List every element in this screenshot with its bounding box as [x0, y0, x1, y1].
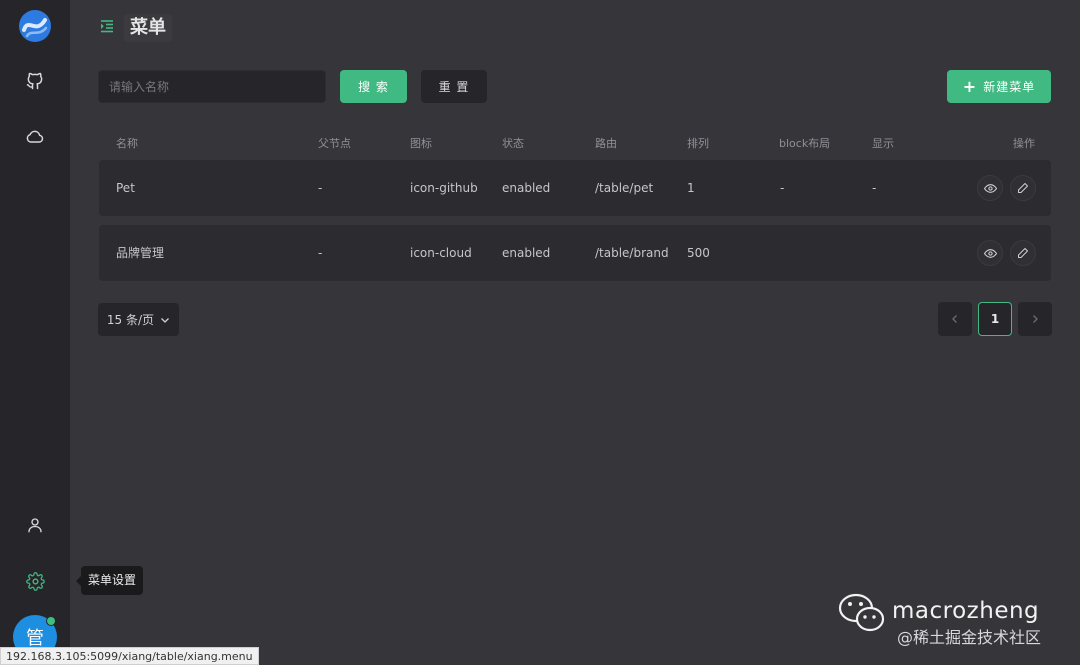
browser-status-url: 192.168.3.105:5099/xiang/table/xiang.men… [0, 647, 259, 665]
column-header-block: block布局 [779, 137, 831, 150]
search-button-label: 搜 索 [358, 80, 389, 94]
new-menu-button-label: 新建菜单 [983, 80, 1036, 94]
reset-button[interactable]: 重 置 [421, 70, 487, 103]
cell-status: enabled [502, 181, 551, 195]
watermark-subtitle: @稀土掘金技术社区 [897, 628, 1042, 647]
cell-name: Pet [116, 181, 135, 195]
column-header-show: 显示 [872, 137, 894, 150]
column-header-status: 状态 [502, 137, 524, 150]
next-page-button[interactable] [1018, 302, 1052, 336]
pencil-icon [1018, 183, 1028, 193]
search-input[interactable] [98, 70, 326, 103]
gear-icon [25, 571, 45, 591]
cell-order: 1 [687, 181, 695, 195]
search-button[interactable]: 搜 索 [340, 70, 407, 103]
cell-icon: icon-github [410, 181, 478, 195]
cell-route: /table/pet [595, 181, 654, 195]
sidebar-item-user[interactable] [15, 505, 55, 545]
prev-page-button[interactable] [938, 302, 972, 336]
cell-route: /table/brand [595, 246, 669, 260]
column-header-actions: 操作 [1013, 137, 1035, 150]
indent-icon[interactable] [99, 18, 115, 34]
edit-button[interactable] [1010, 240, 1036, 266]
table-row[interactable]: Pet - icon-github enabled /table/pet 1 -… [99, 160, 1051, 216]
sidebar-item-github[interactable] [15, 61, 55, 101]
sidebar-item-cloud[interactable] [15, 117, 55, 157]
cell-order: 500 [687, 246, 710, 260]
cloud-icon [26, 130, 44, 143]
chevron-left-icon [952, 315, 957, 323]
sidebar-item-settings[interactable] [15, 561, 55, 601]
column-header-route: 路由 [595, 137, 617, 150]
settings-tooltip: 菜单设置 [75, 566, 144, 595]
chevron-right-icon [1033, 315, 1038, 323]
chevron-down-icon [161, 317, 170, 323]
new-menu-button[interactable]: + 新建菜单 [947, 70, 1051, 103]
plus-icon: + [962, 76, 978, 96]
cell-show: - [872, 181, 877, 195]
online-status-dot [46, 616, 56, 626]
user-icon [28, 518, 42, 533]
page-title: 菜单 [124, 14, 172, 42]
page-number-button[interactable]: 1 [978, 302, 1012, 336]
cell-parent: - [318, 181, 323, 195]
watermark-name: macrozheng [892, 598, 1040, 624]
column-header-name: 名称 [116, 137, 138, 150]
column-header-icon: 图标 [410, 137, 432, 150]
cell-status: enabled [502, 246, 551, 260]
cell-icon: icon-cloud [410, 246, 472, 260]
cell-block: - [780, 181, 785, 195]
page-size-select[interactable]: 15 条/页 [98, 303, 179, 336]
github-icon [26, 72, 43, 90]
view-button[interactable] [977, 175, 1003, 201]
eye-icon [983, 248, 997, 258]
table-row[interactable]: 品牌管理 - icon-cloud enabled /table/brand 5… [99, 225, 1051, 281]
eye-icon [983, 183, 997, 193]
sidebar: 管 [0, 0, 70, 665]
cell-name: 品牌管理 [116, 246, 165, 260]
column-header-order: 排列 [687, 137, 709, 150]
column-header-parent: 父节点 [318, 137, 351, 150]
view-button[interactable] [977, 240, 1003, 266]
page-size-label: 15 条/页 [106, 313, 155, 327]
cell-parent: - [318, 246, 323, 260]
wechat-icon [838, 593, 885, 632]
reset-button-label: 重 置 [438, 80, 470, 94]
pencil-icon [1018, 248, 1028, 258]
app-logo[interactable] [18, 9, 52, 43]
edit-button[interactable] [1010, 175, 1036, 201]
